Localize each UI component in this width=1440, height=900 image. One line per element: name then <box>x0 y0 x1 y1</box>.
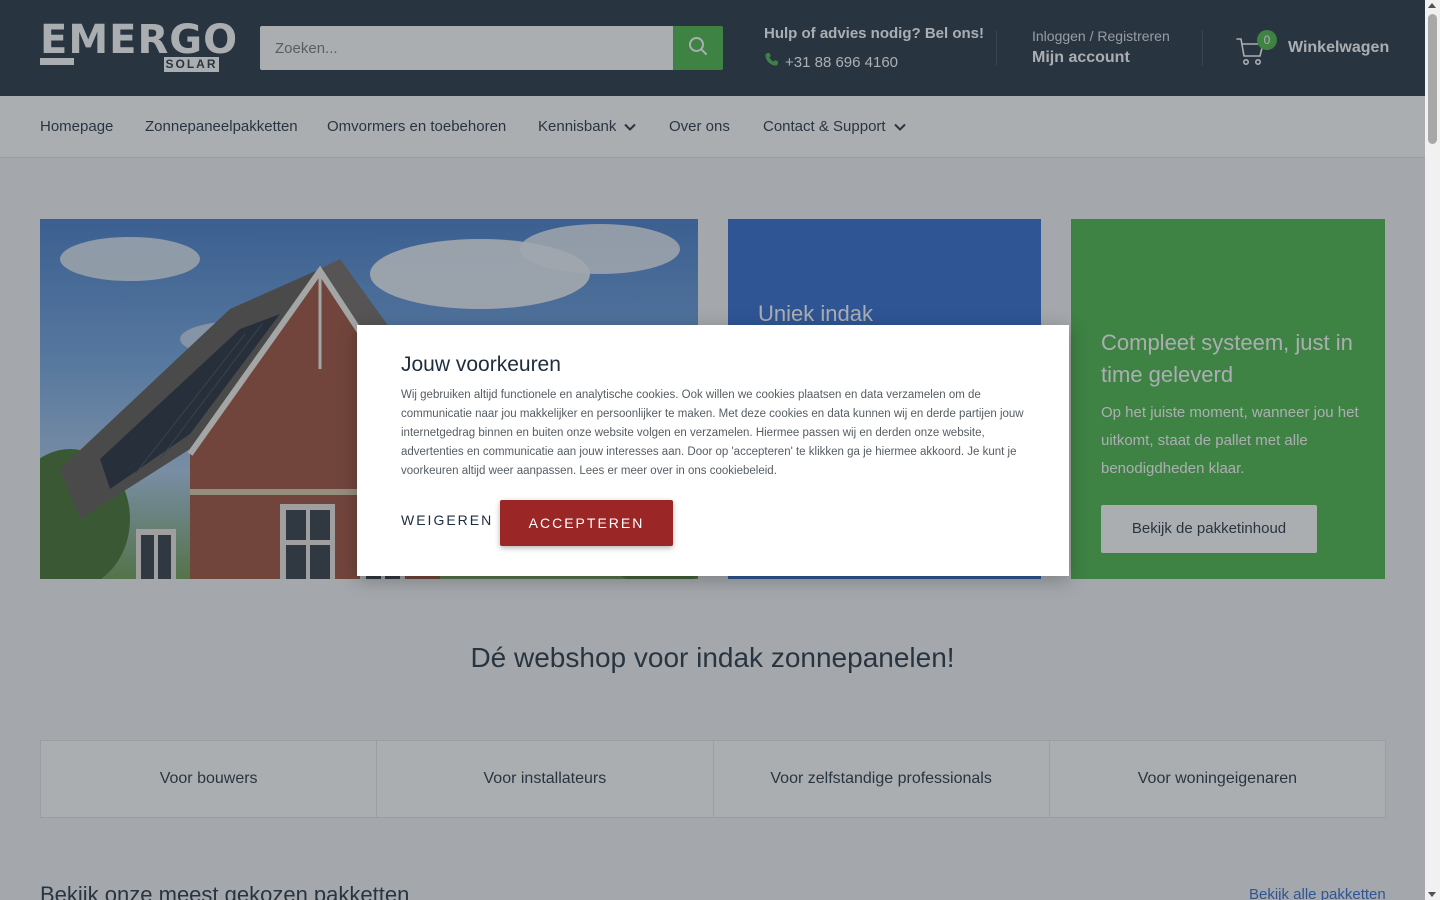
cookie-consent-modal: Jouw voorkeuren Wij gebruiken altijd fun… <box>357 325 1069 576</box>
decline-button[interactable]: WEIGEREN <box>401 512 493 528</box>
scroll-thumb[interactable] <box>1428 14 1437 144</box>
cookie-modal-text: Wij gebruiken altijd functionele en anal… <box>401 389 1024 477</box>
cookie-modal-title: Jouw voorkeuren <box>401 353 561 376</box>
accept-button[interactable]: ACCEPTEREN <box>500 500 673 546</box>
scroll-down-arrow-icon[interactable] <box>1428 892 1436 897</box>
scroll-up-arrow-icon[interactable] <box>1428 3 1436 8</box>
page-scrollbar[interactable] <box>1425 0 1440 900</box>
